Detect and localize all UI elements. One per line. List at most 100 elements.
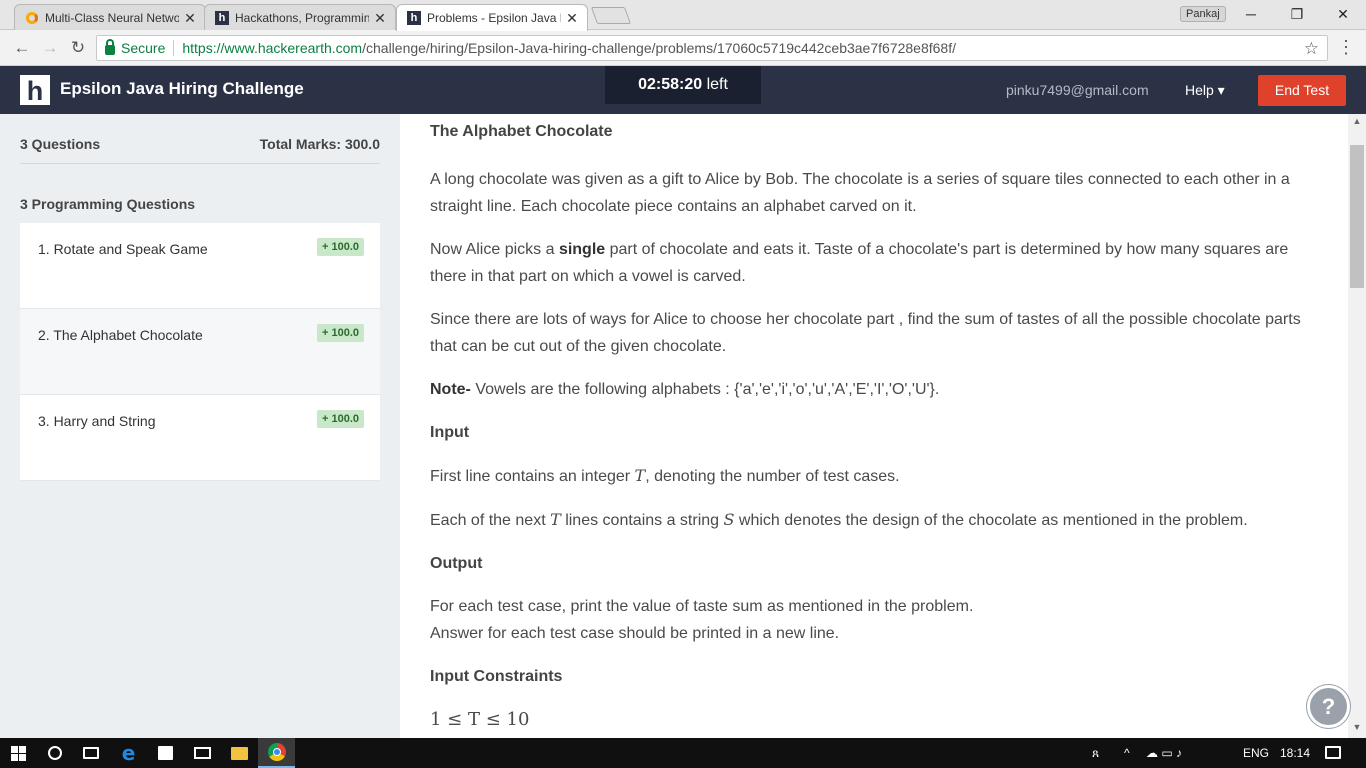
text: Each of the next xyxy=(430,512,551,529)
timer: 02:58:20 left xyxy=(605,66,761,104)
browser-menu-icon[interactable]: ⋮ xyxy=(1336,36,1356,60)
tray-chevron-icon[interactable]: ^ xyxy=(1124,738,1130,768)
marks-badge: + 100.0 xyxy=(316,238,364,256)
help-question-icon[interactable]: ? xyxy=(1307,685,1350,728)
bookmark-star-icon[interactable]: ☆ xyxy=(1304,39,1319,59)
text: Now Alice picks a xyxy=(430,241,559,258)
text: For each test case, print the value of t… xyxy=(430,598,974,615)
browser-tab-2[interactable]: h Hackathons, Programmin ✕ xyxy=(204,4,396,30)
text: First line contains an integer xyxy=(430,468,635,485)
marks-badge: + 100.0 xyxy=(316,410,364,428)
output-paragraph: For each test case, print the value of t… xyxy=(430,593,1325,647)
language-indicator[interactable]: ENG xyxy=(1243,738,1269,768)
question-list: 1. Rotate and Speak Game + 100.0 2. The … xyxy=(20,223,380,481)
site-header: h Epsilon Java Hiring Challenge 02:58:20… xyxy=(0,66,1366,114)
browser-tab-1[interactable]: Multi-Class Neural Netwo ✕ xyxy=(14,4,206,30)
restore-icon[interactable]: ❐ xyxy=(1274,0,1320,28)
note-label: Note- xyxy=(430,381,471,398)
math-var: T xyxy=(550,510,561,529)
question-title: 1. Rotate and Speak Game xyxy=(38,241,208,257)
url-host: https://www.hackerearth.com xyxy=(182,40,363,56)
scroll-up-arrow-icon[interactable]: ▲ xyxy=(1348,116,1366,130)
new-tab-button[interactable] xyxy=(590,7,632,24)
forward-arrow-icon[interactable]: → xyxy=(38,36,62,60)
note-text: Vowels are the following alphabets : {'a… xyxy=(470,381,940,398)
marks-badge: + 100.0 xyxy=(316,324,364,342)
problem-statement: The Alphabet Chocolate A long chocolate … xyxy=(400,114,1348,738)
question-count: 3 Questions xyxy=(20,136,101,152)
mail-icon[interactable] xyxy=(184,738,221,768)
people-icon[interactable]: ጸ xyxy=(1092,738,1099,768)
tray-status-icons[interactable]: ☁ ▭ ♪ xyxy=(1146,738,1182,768)
notifications-icon[interactable] xyxy=(1325,746,1341,759)
question-title: 2. The Alphabet Chocolate xyxy=(38,327,203,343)
clock[interactable]: 18:14 xyxy=(1280,738,1310,768)
lock-icon xyxy=(105,39,115,55)
timer-value: 02:58:20 xyxy=(638,76,703,93)
input-heading: Input xyxy=(430,424,470,441)
question-title: 3. Harry and String xyxy=(38,413,156,429)
challenge-title: Epsilon Java Hiring Challenge xyxy=(60,79,304,98)
text: Answer for each test case should be prin… xyxy=(430,625,840,642)
question-item-3[interactable]: 3. Harry and String + 100.0 xyxy=(20,395,380,481)
minimize-icon[interactable]: ─ xyxy=(1228,0,1274,28)
end-test-button[interactable]: End Test xyxy=(1258,75,1346,106)
constraints-heading: Input Constraints xyxy=(430,668,563,685)
math-var: T xyxy=(634,466,646,485)
question-item-1[interactable]: 1. Rotate and Speak Game + 100.0 xyxy=(20,223,380,309)
note-paragraph: Note- Vowels are the following alphabets… xyxy=(430,376,1325,403)
question-item-2[interactable]: 2. The Alphabet Chocolate + 100.0 xyxy=(20,309,380,395)
edge-browser-icon[interactable]: e xyxy=(110,738,147,768)
page-scrollbar[interactable]: ▲ ▼ xyxy=(1348,114,1366,738)
colab-icon xyxy=(25,11,39,25)
task-view-icon[interactable] xyxy=(72,738,109,768)
hackerearth-icon: h xyxy=(215,10,229,25)
tab-close-icon[interactable]: ✕ xyxy=(183,11,197,25)
windows-taskbar: e ጸ ^ ☁ ▭ ♪ ENG 18:14 xyxy=(0,738,1366,768)
scroll-down-arrow-icon[interactable]: ▼ xyxy=(1348,722,1366,736)
programming-questions-heading: 3 Programming Questions xyxy=(20,196,196,212)
text: lines contains a string xyxy=(560,512,724,529)
browser-tab-strip: Multi-Class Neural Netwo ✕ h Hackathons,… xyxy=(0,0,1366,31)
address-bar[interactable]: Secure https://www.hackerearth.com/chall… xyxy=(96,35,1328,61)
tab-close-icon[interactable]: ✕ xyxy=(373,11,387,25)
input-line-2: Each of the next T lines contains a stri… xyxy=(430,506,1325,534)
browser-tab-3-active[interactable]: h Problems - Epsilon Java H ✕ xyxy=(396,4,588,31)
tab-title: Multi-Class Neural Netwo xyxy=(45,10,179,25)
output-heading: Output xyxy=(430,555,483,572)
secure-label: Secure xyxy=(121,40,175,56)
back-arrow-icon[interactable]: ← xyxy=(10,36,34,60)
hackerearth-icon: h xyxy=(407,11,421,25)
divider xyxy=(20,163,380,164)
problem-title: The Alphabet Chocolate xyxy=(430,123,613,140)
file-explorer-icon[interactable] xyxy=(221,738,258,768)
url-path: /challenge/hiring/Epsilon-Java-hiring-ch… xyxy=(362,40,956,56)
store-icon[interactable] xyxy=(147,738,184,768)
reload-icon[interactable]: ↻ xyxy=(66,36,90,60)
user-email: pinku7499@gmail.com xyxy=(1006,82,1149,98)
problem-paragraph: A long chocolate was given as a gift to … xyxy=(430,171,1290,215)
help-dropdown[interactable]: Help ▾ xyxy=(1185,82,1225,99)
problem-paragraph: Now Alice picks a single part of chocola… xyxy=(430,236,1325,290)
math-var: S xyxy=(723,510,735,529)
problem-paragraph: Since there are lots of ways for Alice t… xyxy=(430,311,1301,355)
windows-start-icon[interactable] xyxy=(0,738,37,768)
total-marks: Total Marks: 300.0 xyxy=(259,136,380,152)
tab-title: Hackathons, Programmin xyxy=(235,10,369,25)
scrollbar-thumb[interactable] xyxy=(1350,145,1364,288)
timer-suffix: left xyxy=(706,76,728,93)
text: which denotes the design of the chocolat… xyxy=(734,512,1248,529)
window-close-icon[interactable]: ✕ xyxy=(1320,0,1366,28)
tab-close-icon[interactable]: ✕ xyxy=(565,11,579,25)
browser-toolbar: ← → ↻ Secure https://www.hackerearth.com… xyxy=(0,30,1366,66)
questions-sidebar: 3 Questions Total Marks: 300.0 3 Program… xyxy=(0,114,400,738)
text: , denoting the number of test cases. xyxy=(645,468,900,485)
hackerearth-logo[interactable]: h xyxy=(20,75,50,106)
constraint-line: 1 ≤ T ≤ 10 xyxy=(430,709,530,730)
search-icon[interactable] xyxy=(36,738,73,768)
problem-body: A long chocolate was given as a gift to … xyxy=(430,166,1325,733)
tab-title: Problems - Epsilon Java H xyxy=(427,11,561,25)
profile-button[interactable]: Pankaj xyxy=(1180,6,1226,22)
input-line-1: First line contains an integer T, denoti… xyxy=(430,462,1325,490)
chrome-icon[interactable] xyxy=(258,738,295,768)
